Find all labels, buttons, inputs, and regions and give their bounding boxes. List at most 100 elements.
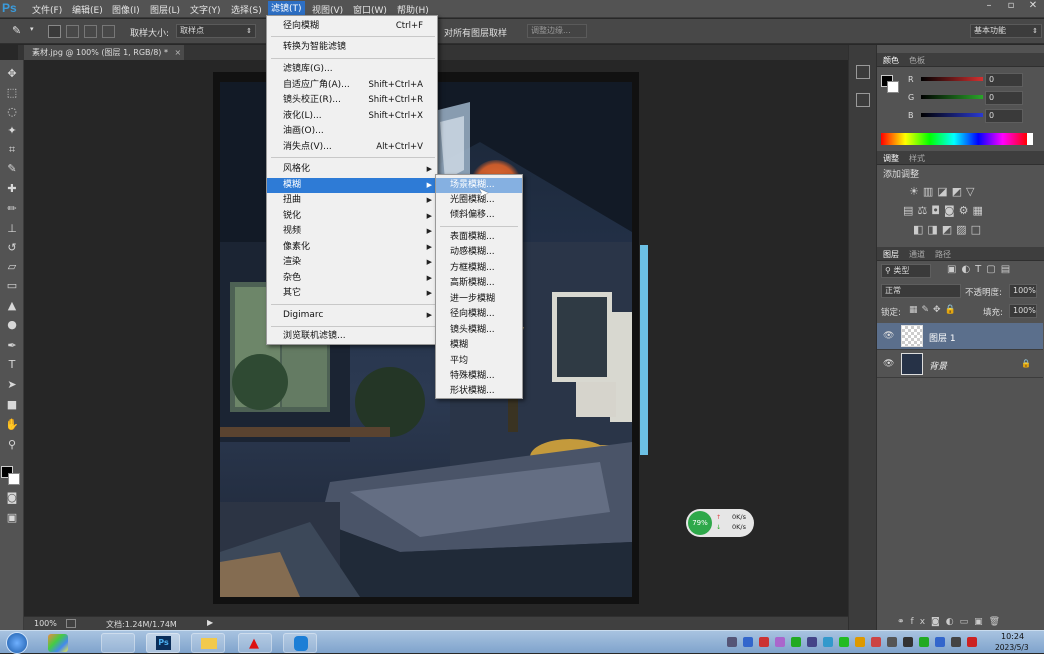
blur-shape[interactable]: 形状模糊... bbox=[436, 384, 522, 399]
filter-liquify[interactable]: 液化(L)... Shift+Ctrl+X bbox=[267, 109, 437, 124]
menu-file[interactable]: 文件(F) bbox=[32, 3, 62, 16]
visibility-eye-icon[interactable]: 👁 bbox=[883, 331, 894, 341]
filter-adaptive-wide-angle[interactable]: 自适应广角(A)... Shift+Ctrl+A bbox=[267, 78, 437, 93]
visibility-eye-icon[interactable]: 👁 bbox=[883, 359, 894, 369]
tab-adjustments[interactable]: 调整 bbox=[883, 153, 899, 164]
blur-radial[interactable]: 径向模糊... bbox=[436, 307, 522, 322]
tab-layers[interactable]: 图层 bbox=[883, 249, 899, 260]
filter-oil-paint[interactable]: 油画(O)... bbox=[267, 124, 437, 139]
tray-icon[interactable] bbox=[759, 637, 769, 647]
filter-render[interactable]: 渲染 ▶ bbox=[267, 255, 437, 270]
blur-gaussian[interactable]: 高斯模糊... bbox=[436, 276, 522, 291]
layer-row-background[interactable]: 👁 背景 🔒 bbox=[877, 351, 1043, 378]
menu-layer[interactable]: 图层(L) bbox=[150, 3, 180, 16]
tab-swatches[interactable]: 色板 bbox=[909, 55, 925, 66]
brush-tool-icon[interactable]: ✏ bbox=[4, 201, 20, 217]
blend-mode-select[interactable]: 正常 bbox=[881, 284, 961, 298]
workspace-select[interactable]: 基本功能 ⇕ bbox=[970, 24, 1042, 38]
filter-noise[interactable]: 杂色 ▶ bbox=[267, 271, 437, 286]
hand-tool-icon[interactable]: ✋ bbox=[4, 417, 20, 433]
green-slider[interactable] bbox=[921, 95, 983, 99]
opacity-input[interactable]: 100% bbox=[1009, 284, 1037, 298]
eyedropper-tool-icon[interactable]: ✎ bbox=[12, 24, 21, 37]
tray-icon[interactable] bbox=[967, 637, 977, 647]
network-speed-widget[interactable]: 79% ↑ ↓ 0K/s 0K/s bbox=[686, 509, 754, 537]
menu-select[interactable]: 选择(S) bbox=[231, 3, 262, 16]
tab-paths[interactable]: 路径 bbox=[935, 249, 951, 260]
clone-stamp-icon[interactable]: ⊥ bbox=[4, 221, 20, 237]
taskbar-autocad[interactable]: ▲ bbox=[238, 633, 272, 653]
filter-vanishing-point[interactable]: 消失点(V)... Alt+Ctrl+V bbox=[267, 140, 437, 155]
filter-last-radial-blur[interactable]: 径向模糊 Ctrl+F bbox=[267, 19, 437, 34]
tray-icon[interactable] bbox=[887, 637, 897, 647]
tray-icon[interactable] bbox=[807, 637, 817, 647]
tray-icon[interactable] bbox=[855, 637, 865, 647]
blur-tilt-shift[interactable]: 倾斜偏移... bbox=[436, 208, 522, 223]
filter-blur[interactable]: 模糊 ▶ bbox=[267, 178, 437, 193]
tool-preset-dropdown-icon[interactable]: ▾ bbox=[30, 25, 34, 33]
adjustment-icons-row-1[interactable]: ☀▥◪◩▽ bbox=[909, 185, 1019, 199]
move-tool-icon[interactable]: ✥ bbox=[4, 66, 20, 82]
app-icon-1[interactable] bbox=[48, 634, 68, 652]
dodge-tool-icon[interactable]: ● bbox=[4, 317, 20, 333]
tray-icon[interactable] bbox=[775, 637, 785, 647]
tab-color[interactable]: 颜色 bbox=[883, 55, 899, 66]
fill-input[interactable]: 100% bbox=[1009, 304, 1037, 318]
sample-all-layers-label[interactable]: 对所有图层取样 bbox=[444, 26, 507, 39]
tray-icon[interactable] bbox=[935, 637, 945, 647]
tray-icon[interactable] bbox=[727, 637, 737, 647]
start-button-icon[interactable] bbox=[6, 632, 28, 654]
shape-tool-icon[interactable]: ■ bbox=[4, 397, 20, 413]
sample-size-select[interactable]: 取样点 ⇕ bbox=[176, 24, 256, 38]
blur-more[interactable]: 进一步模糊 bbox=[436, 292, 522, 307]
add-selection-icon[interactable] bbox=[66, 25, 79, 38]
menu-edit[interactable]: 编辑(E) bbox=[72, 3, 103, 16]
new-selection-icon[interactable] bbox=[48, 25, 61, 38]
tab-styles[interactable]: 样式 bbox=[909, 153, 925, 164]
layer-actions-bar[interactable]: ⚭fx◙◐▭▣🗑 bbox=[897, 617, 1037, 629]
zoom-tool-icon[interactable]: ⚲ bbox=[4, 437, 20, 453]
eraser-tool-icon[interactable]: ▱ bbox=[4, 259, 20, 275]
intersect-selection-icon[interactable] bbox=[102, 25, 115, 38]
document-tab[interactable]: 素材.jpg @ 100% (图层 1, RGB/8) * × bbox=[24, 45, 184, 60]
filter-distort[interactable]: 扭曲 ▶ bbox=[267, 193, 437, 208]
blur-motion[interactable]: 动感模糊... bbox=[436, 245, 522, 260]
path-select-tool-icon[interactable]: ➤ bbox=[4, 377, 20, 393]
filter-browse-online[interactable]: 浏览联机滤镜... bbox=[267, 329, 437, 344]
filter-video[interactable]: 视频 ▶ bbox=[267, 224, 437, 239]
menu-type[interactable]: 文字(Y) bbox=[190, 3, 221, 16]
color-spectrum-bar[interactable] bbox=[881, 133, 1027, 145]
blur-blur[interactable]: 模糊 bbox=[436, 338, 522, 353]
healing-brush-icon[interactable]: ✚ bbox=[4, 181, 20, 197]
tray-icon[interactable] bbox=[951, 637, 961, 647]
menu-image[interactable]: 图像(I) bbox=[112, 3, 140, 16]
tray-icon[interactable] bbox=[743, 637, 753, 647]
blur-smart[interactable]: 特殊模糊... bbox=[436, 369, 522, 384]
layer-kind-filter[interactable]: ⚲ 类型 bbox=[881, 264, 931, 278]
adjustment-icons-row-3[interactable]: ◧◨◩▨□ bbox=[913, 223, 1023, 237]
green-value-input[interactable]: 0 bbox=[985, 91, 1023, 105]
tray-icon[interactable] bbox=[791, 637, 801, 647]
gradient-tool-icon[interactable]: ▭ bbox=[4, 278, 20, 294]
quick-select-tool-icon[interactable]: ✦ bbox=[4, 123, 20, 139]
tray-icon[interactable] bbox=[823, 637, 833, 647]
status-menu-icon[interactable] bbox=[66, 619, 76, 628]
blur-average[interactable]: 平均 bbox=[436, 354, 522, 369]
lock-icons[interactable]: ▦✎✥🔒 bbox=[909, 305, 969, 317]
filter-convert-smart[interactable]: 转换为智能滤镜 bbox=[267, 40, 437, 55]
crop-tool-icon[interactable]: ⌗ bbox=[4, 142, 20, 158]
filter-digimarc[interactable]: Digimarc ▶ bbox=[267, 308, 437, 323]
blur-lens[interactable]: 镜头模糊... bbox=[436, 323, 522, 338]
filter-sharpen[interactable]: 锐化 ▶ bbox=[267, 209, 437, 224]
close-window-icon[interactable]: ✕ bbox=[1022, 0, 1044, 14]
screen-mode-icon[interactable]: ▣ bbox=[4, 510, 20, 526]
filter-lens-correction[interactable]: 镜头校正(R)... Shift+Ctrl+R bbox=[267, 93, 437, 108]
blue-slider[interactable] bbox=[921, 113, 983, 117]
history-brush-icon[interactable]: ↺ bbox=[4, 240, 20, 256]
minimize-icon[interactable]: – bbox=[978, 0, 1000, 14]
refine-edge-button[interactable]: 调整边缘... bbox=[527, 24, 587, 38]
filter-stylize[interactable]: 风格化 ▶ bbox=[267, 162, 437, 177]
quick-mask-icon[interactable]: ◙ bbox=[4, 490, 20, 506]
properties-panel-icon[interactable] bbox=[856, 93, 870, 107]
filter-pixelate[interactable]: 像素化 ▶ bbox=[267, 240, 437, 255]
